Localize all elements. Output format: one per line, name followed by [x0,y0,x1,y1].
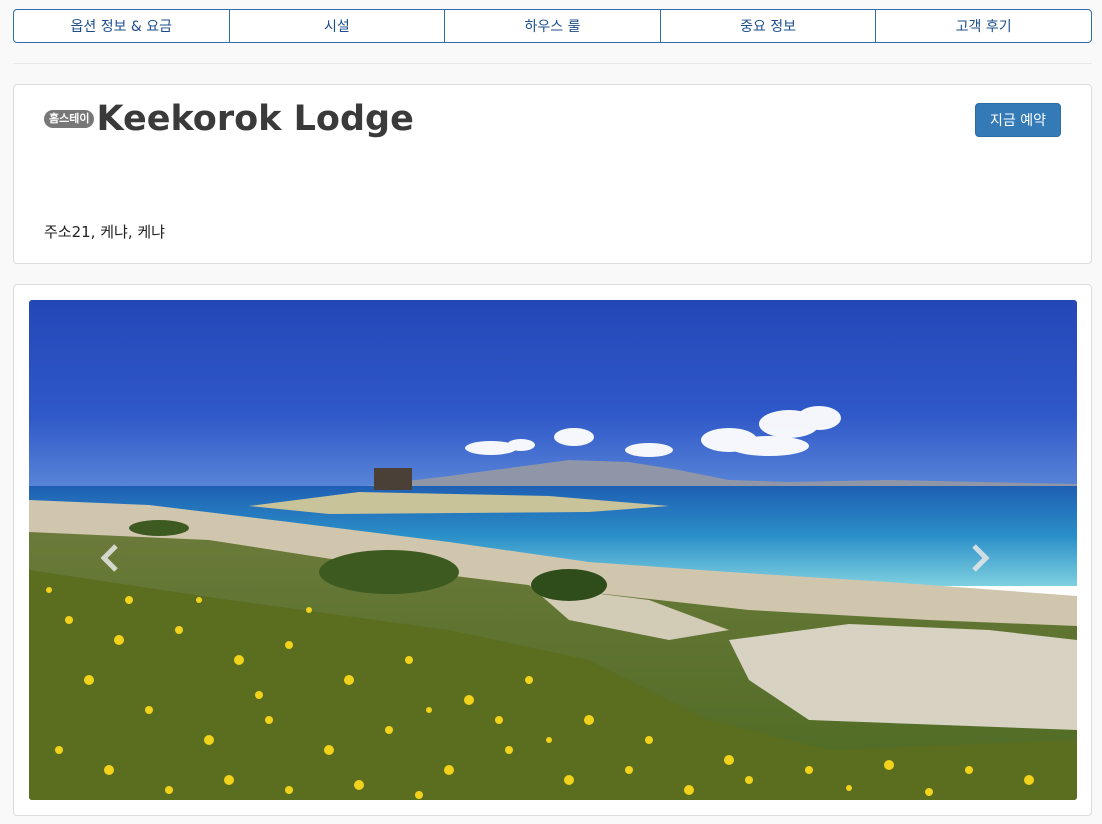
tab-facilities[interactable]: 시설 [230,10,446,42]
property-title: Keekorok Lodge [96,99,414,139]
gallery-prev-button[interactable] [95,540,125,576]
property-header: 홈스테이 Keekorok Lodge 지금 예약 주소21, 케냐, 케냐 [13,84,1092,264]
chevron-left-icon [99,543,121,573]
chevron-right-icon [969,543,991,573]
tab-options-rates[interactable]: 옵션 정보 & 요금 [14,10,230,42]
gallery-photo [29,300,1077,800]
photo-gallery [13,284,1092,816]
property-address: 주소21, 케냐, 케냐 [44,223,165,241]
property-type-badge: 홈스테이 [44,110,95,128]
tab-nav: 옵션 정보 & 요금 시설 하우스 룰 중요 정보 고객 후기 [13,9,1092,43]
tab-important-info[interactable]: 중요 정보 [661,10,877,42]
divider [13,63,1092,64]
gallery-next-button[interactable] [965,540,995,576]
title-row: 홈스테이 Keekorok Lodge [44,99,414,139]
tab-reviews[interactable]: 고객 후기 [876,10,1091,42]
tab-house-rules[interactable]: 하우스 룰 [445,10,661,42]
book-now-button[interactable]: 지금 예약 [975,103,1061,137]
